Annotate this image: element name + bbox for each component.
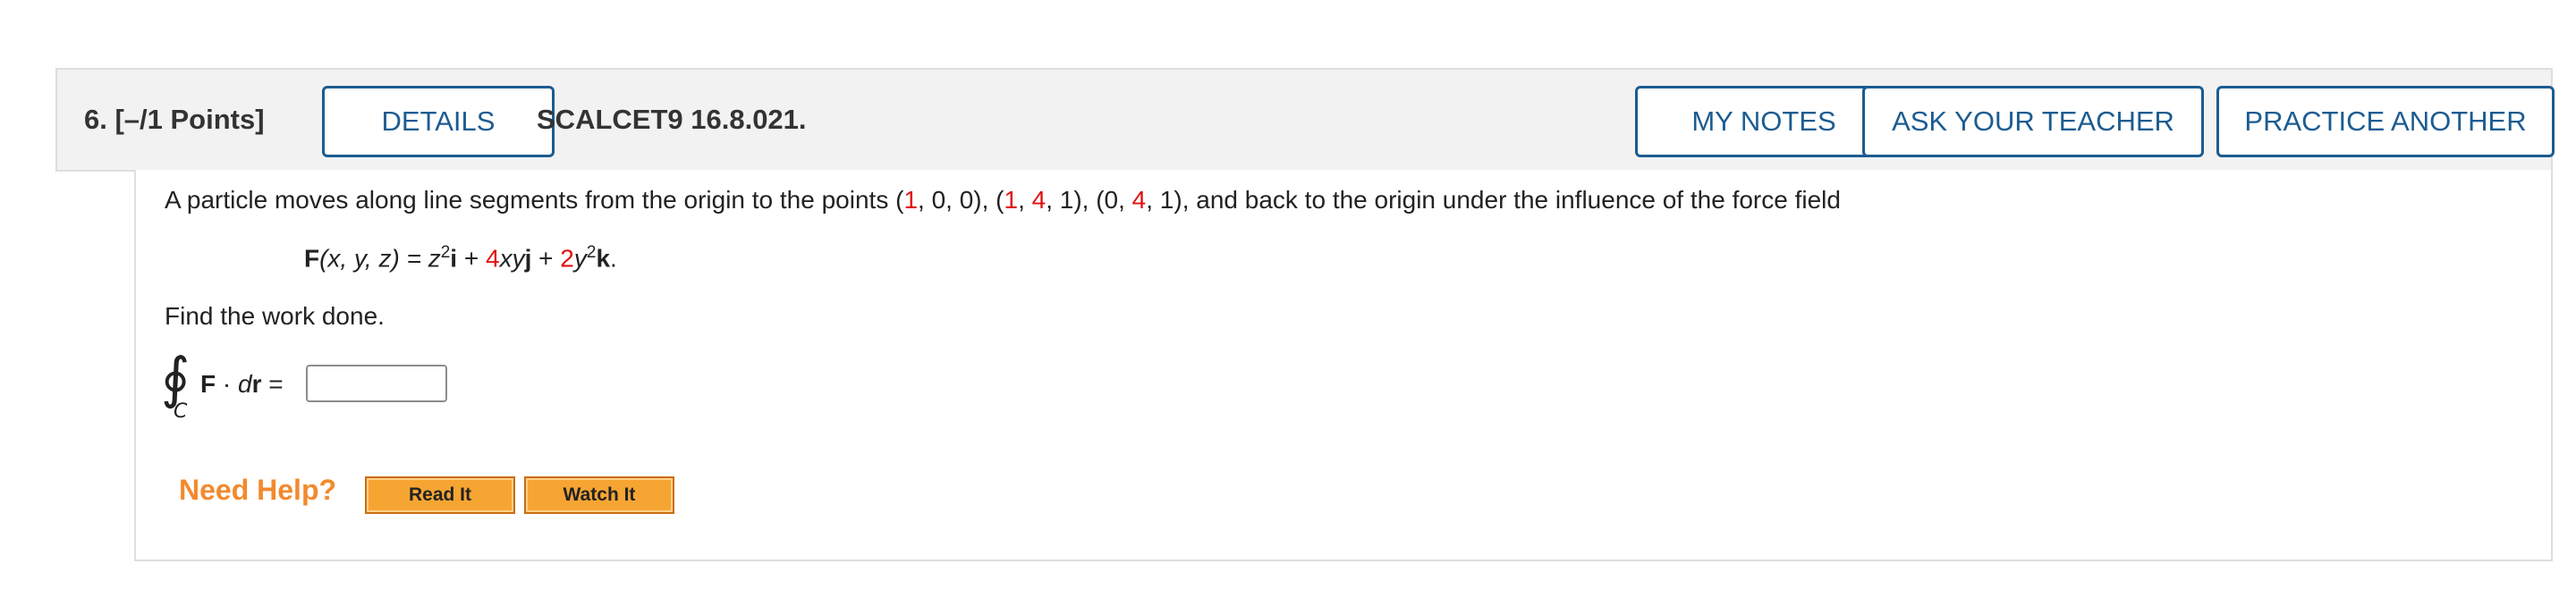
integrand-equals: = xyxy=(261,370,284,398)
my-notes-button[interactable]: MY NOTES xyxy=(1635,86,1893,157)
formula-coef-y2: 2 xyxy=(560,244,574,273)
practice-another-button[interactable]: PRACTICE ANOTHER xyxy=(2216,86,2555,157)
details-button[interactable]: DETAILS xyxy=(322,86,555,157)
integrand-d: d xyxy=(238,370,252,398)
need-help-label: Need Help? xyxy=(179,474,337,506)
formula-exponent: 2 xyxy=(586,243,597,262)
point2-x-value: 1 xyxy=(1004,186,1019,214)
integrand-r: r xyxy=(251,370,262,398)
point1-x-value: 1 xyxy=(903,186,919,214)
watch-it-button[interactable]: Watch It xyxy=(524,476,674,514)
formula-term-y: y xyxy=(573,244,587,273)
formula-coef-xy: 4 xyxy=(486,244,500,273)
formula-F: F xyxy=(304,244,320,273)
question-number: 6. [–/1 Points] xyxy=(84,104,265,135)
ask-your-teacher-button[interactable]: ASK YOUR TEACHER xyxy=(1862,86,2204,157)
problem-text-part: A particle moves along line segments fro… xyxy=(165,186,904,214)
formula-unit-i: i xyxy=(450,244,458,273)
problem-text-part: , 1), (0, xyxy=(1046,186,1132,214)
problem-statement: A particle moves along line segments fro… xyxy=(165,186,1841,215)
integral-subscript: C xyxy=(174,400,188,423)
point3-y-value: 4 xyxy=(1131,186,1147,214)
integrand: F · dr = xyxy=(200,370,284,399)
read-it-button[interactable]: Read It xyxy=(365,476,515,514)
formula-exponent: 2 xyxy=(440,243,451,262)
find-work-text: Find the work done. xyxy=(165,302,385,330)
question-content: A particle moves along line segments fro… xyxy=(134,170,2553,561)
integrand-F: F xyxy=(200,370,216,398)
problem-text-part: , 0, 0), ( xyxy=(918,186,1004,214)
formula-period: . xyxy=(610,244,617,273)
formula-plus: + xyxy=(531,244,561,273)
point2-y-value: 4 xyxy=(1031,186,1046,214)
formula-plus: + xyxy=(457,244,486,273)
problem-text-part: , 1), and back to the origin under the i… xyxy=(1146,186,1841,214)
answer-input[interactable] xyxy=(306,365,447,402)
formula-term-xy: xy xyxy=(499,244,525,273)
question-header: 6. [–/1 Points] DETAILS SCALCET9 16.8.02… xyxy=(55,68,2555,172)
formula-args: (x, y, z) = z xyxy=(319,244,441,273)
problem-text-part: , xyxy=(1018,186,1032,214)
integrand-dot: · xyxy=(216,370,238,398)
course-code: SCALCET9 16.8.021. xyxy=(537,104,807,135)
force-field-formula: F(x, y, z) = z2i + 4xyj + 2y2k. xyxy=(304,243,617,273)
formula-unit-k: k xyxy=(596,244,611,273)
